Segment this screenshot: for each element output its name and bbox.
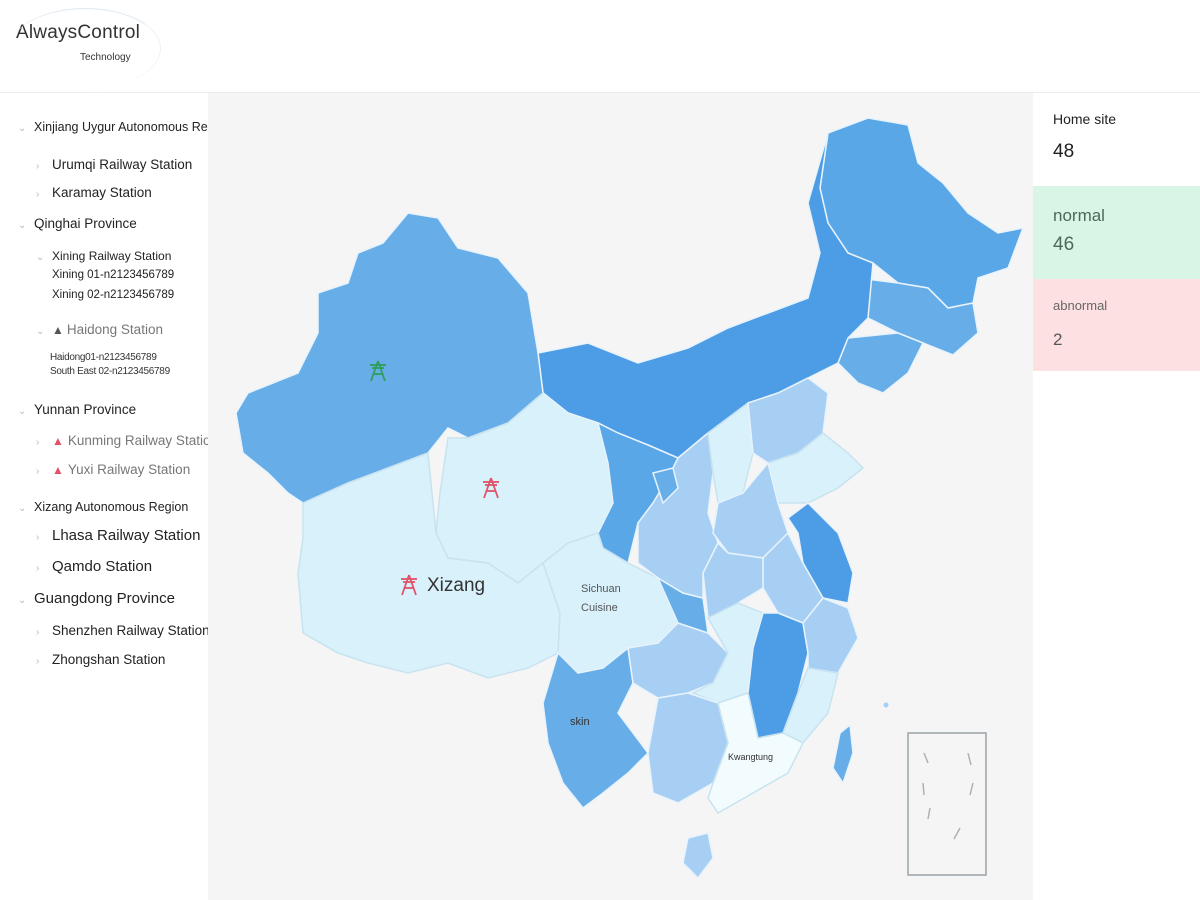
map-label-xizang: Xizang (427, 575, 486, 596)
map-region-hainan[interactable] (682, 832, 714, 880)
tree-device-south-east-02[interactable]: South East 02-n2123456789 (50, 365, 170, 379)
device-label: Xining 01-n2123456789 (52, 269, 175, 281)
tree-device-haidong-01[interactable]: Haidong01-n2123456789 (50, 351, 170, 365)
tree-region-yunnan[interactable]: ⌄ Yunnan Province (18, 402, 136, 417)
tree-station-label: Zhongshan Station (52, 652, 166, 667)
chevron-right-icon: › (36, 161, 40, 172)
stat-value: 48 (1053, 141, 1075, 162)
tree-region-qinghai[interactable]: ⌄ Qinghai Province (18, 216, 137, 231)
device-label: Xining 02-n2123456789 (52, 289, 175, 301)
brand-logo[interactable]: AlwaysControl Technology (10, 8, 161, 89)
tree-station-label: Karamay Station (52, 185, 152, 200)
tree-region-label: Guangdong Province (34, 590, 175, 607)
tree-region-label: Qinghai Province (34, 216, 137, 231)
stat-label: abnormal (1053, 298, 1108, 313)
map-label-yunnan: skin (570, 716, 590, 728)
stat-label: Home site (1053, 111, 1117, 127)
chevron-right-icon: › (36, 656, 40, 667)
tree-station-qamdo[interactable]: › Qamdo Station (36, 558, 152, 575)
chevron-right-icon: › (36, 437, 40, 448)
tree-station-xining[interactable]: ⌄ Xining Railway Station (36, 249, 171, 263)
tree-station-lhasa[interactable]: › Lhasa Railway Station (36, 527, 200, 544)
stat-value: 2 (1053, 330, 1063, 349)
chevron-right-icon: › (36, 563, 40, 574)
app-header: AlwaysControl Technology (0, 0, 1200, 93)
chevron-down-icon: ⌄ (18, 503, 27, 514)
tree-station-label: Yuxi Railway Station (67, 462, 191, 477)
tree-station-karamay[interactable]: › Karamay Station (36, 185, 152, 200)
tree-station-haidong[interactable]: ⌄ ▲ Haidong Station (36, 322, 163, 337)
chevron-down-icon: ⌄ (18, 406, 27, 417)
chevron-down-icon: ⌄ (18, 595, 27, 606)
chevron-right-icon: › (36, 189, 40, 200)
tree-station-urumqi[interactable]: › Urumqi Railway Station (36, 157, 192, 172)
tree-region-label: Xinjiang Uygur Autonomous Region (34, 120, 232, 134)
alarm-tower-icon: ▲ (52, 463, 64, 477)
stat-card-normal[interactable]: normal 46 (1033, 186, 1200, 279)
tree-station-shenzhen[interactable]: › Shenzhen Railway Station (36, 623, 210, 638)
tree-station-label: Qamdo Station (52, 558, 153, 575)
map-label-guangdong: Kwangtung (728, 752, 774, 762)
tree-region-label: Xizang Autonomous Region (34, 500, 189, 514)
tree-station-label: Lhasa Railway Station (52, 527, 201, 544)
map-label-sichuan: Sichuan Cuisine (581, 583, 621, 614)
china-map-svg (235, 117, 1025, 880)
chevron-down-icon: ⌄ (18, 123, 27, 134)
tree-station-label: Xining Railway Station (52, 249, 172, 263)
tree-station-kunming[interactable]: › ▲ Kunming Railway Station (36, 433, 218, 448)
tree-station-zhongshan[interactable]: › Zhongshan Station (36, 652, 165, 667)
haidong-device-list: Haidong01-n2123456789 South East 02-n212… (50, 351, 170, 379)
tree-device-xining-02[interactable]: Xining 02-n2123456789 (52, 289, 174, 301)
stat-label: normal (1053, 206, 1105, 225)
china-map[interactable]: Xizang Sichuan Cuisine skin Kwangtung (208, 93, 1033, 900)
chevron-right-icon: › (36, 532, 40, 543)
alarm-tower-icon: ▲ (52, 434, 64, 448)
tree-station-label: Shenzhen Railway Station (52, 623, 210, 638)
tree-station-yuxi[interactable]: › ▲ Yuxi Railway Station (36, 462, 190, 477)
tree-station-label: Haidong Station (66, 322, 163, 337)
warning-triangle-icon: ▲ (52, 323, 64, 337)
tree-region-label: Yunnan Province (34, 402, 137, 417)
chevron-right-icon: › (36, 466, 40, 477)
map-island-dot (883, 702, 889, 708)
chevron-down-icon: ⌄ (18, 220, 27, 231)
chevron-right-icon: › (36, 627, 40, 638)
tree-region-xizang[interactable]: ⌄ Xizang Autonomous Region (18, 500, 188, 514)
stat-card-abnormal[interactable]: abnormal 2 (1033, 279, 1200, 371)
chevron-down-icon: ⌄ (36, 326, 45, 337)
tree-station-label: Urumqi Railway Station (52, 157, 193, 172)
tree-region-guangdong[interactable]: ⌄ Guangdong Province (18, 590, 175, 607)
stat-value: 46 (1053, 234, 1075, 255)
tree-region-xinjiang[interactable]: ⌄ Xinjiang Uygur Autonomous Region (18, 119, 231, 134)
tree-device-xining-01[interactable]: Xining 01-n2123456789 (52, 269, 174, 281)
stat-card-home[interactable]: Home site 48 (1033, 93, 1200, 186)
station-tree: ⌄ Xinjiang Uygur Autonomous Region › Urumq… (0, 93, 231, 900)
map-region-liaoning[interactable] (837, 332, 925, 394)
south-china-sea-inset (907, 732, 987, 876)
chevron-down-icon: ⌄ (36, 252, 45, 263)
map-region-taiwan[interactable] (832, 723, 854, 785)
logo-arc-decoration (10, 8, 161, 89)
tree-station-label: Kunming Railway Station (67, 433, 218, 448)
brand-tagline: Technology (80, 52, 131, 63)
south-china-sea-islands (922, 752, 974, 840)
